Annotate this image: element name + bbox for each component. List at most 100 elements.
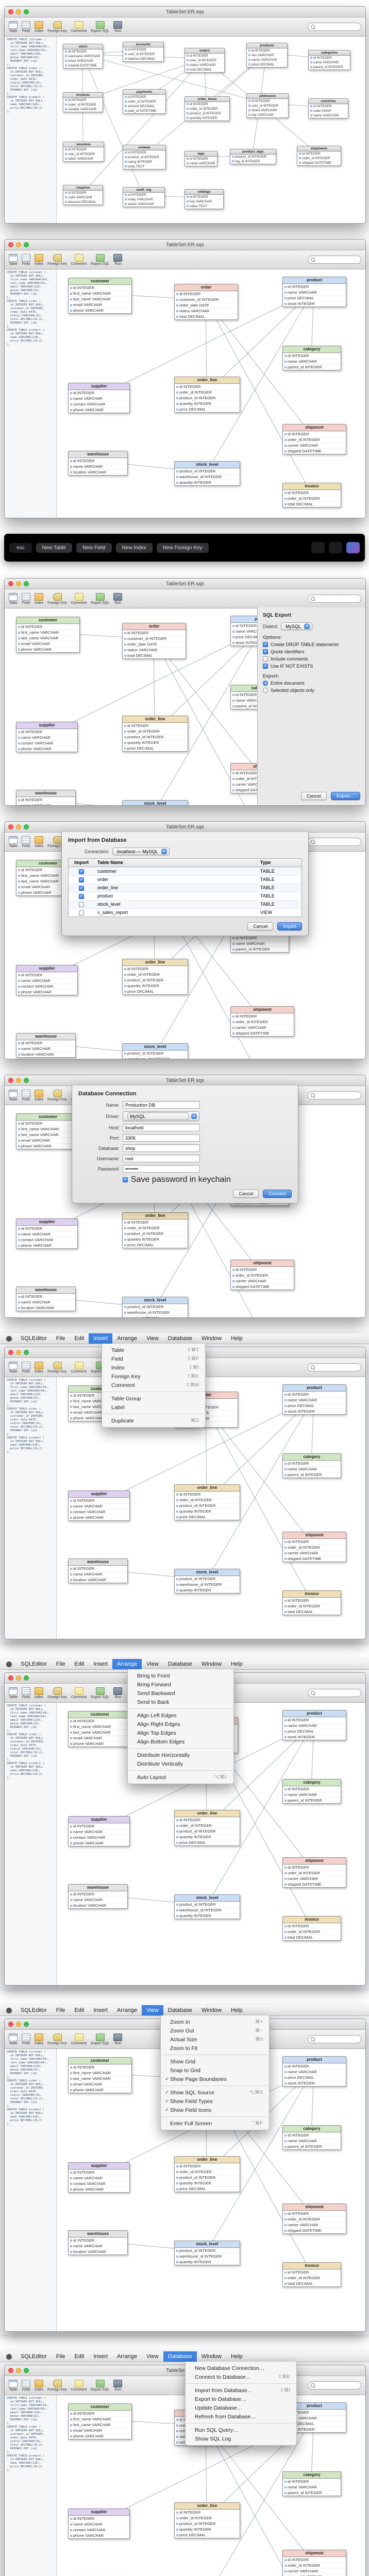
table-field[interactable]: price DECIMAL [283, 2075, 346, 2080]
toolbar-button[interactable]: Run [113, 1687, 122, 1699]
table-field[interactable]: amount DECIMAL [123, 104, 165, 109]
table-field[interactable]: product_id INTEGER [230, 155, 276, 159]
toolbar-button[interactable]: Table [9, 2033, 18, 2045]
table-field[interactable]: quantity INTEGER [123, 740, 188, 745]
table-header[interactable]: product [283, 277, 346, 284]
table-field[interactable]: id INTEGER [175, 1492, 240, 1497]
touch-bar-button[interactable]: New Index [116, 543, 153, 553]
text-field[interactable]: root [123, 1155, 200, 1162]
table-header[interactable]: shipment [231, 764, 257, 770]
table-header[interactable]: order_line [175, 1810, 240, 1817]
table-field[interactable]: id INTEGER [16, 972, 77, 978]
table-field[interactable]: id INTEGER [123, 723, 188, 728]
menu-bar-item[interactable]: Arrange [112, 1659, 142, 1669]
table-field[interactable]: order_id INTEGER [123, 728, 188, 734]
close-button[interactable] [8, 9, 13, 14]
menu-item[interactable] [186, 2381, 296, 2386]
table-header[interactable]: accounts [123, 42, 163, 47]
menu-item[interactable] [161, 2083, 269, 2088]
menu-bar-item[interactable]: View [142, 2351, 163, 2362]
checkbox[interactable] [79, 886, 84, 891]
table-field[interactable]: quantity INTEGER [175, 1587, 240, 1593]
table-field[interactable]: stock INTEGER [283, 1734, 346, 1740]
table-field[interactable]: order_id INTEGER [175, 2169, 240, 2175]
table-field[interactable]: city VARCHAR [247, 113, 288, 117]
diagram-table[interactable]: invoice id INTEGER order_id INTEGER tota… [282, 1916, 341, 1941]
toolbar-button[interactable]: Field [22, 2033, 30, 2045]
table-field[interactable]: parent_id INTEGER [283, 2144, 341, 2149]
table-field[interactable]: id INTEGER [16, 1121, 79, 1126]
table-field[interactable]: order_id INTEGER [283, 1545, 346, 1550]
diagram-table[interactable]: category id INTEGER name VARCHAR parent_… [282, 1453, 341, 1478]
cancel-button[interactable]: Cancel [247, 922, 273, 930]
menu-bar-item[interactable]: Database [163, 1333, 197, 1344]
table-field[interactable]: balance DECIMAL [123, 57, 163, 61]
menu-item[interactable] [161, 2053, 269, 2057]
table-field[interactable]: order_id INTEGER [123, 99, 165, 104]
table-field[interactable]: name VARCHAR [16, 978, 77, 984]
menu-bar-item[interactable]: Arrange [112, 2351, 142, 2362]
menu-item[interactable]: Zoom In ⌘+ [161, 2018, 269, 2026]
table-field[interactable]: username VARCHAR [63, 54, 103, 59]
diagram-table[interactable]: order_line id INTEGER order_id INTEGER p… [174, 2502, 240, 2538]
table-field[interactable]: street VARCHAR [247, 108, 288, 113]
toolbar-button[interactable]: Export SQL [91, 2033, 109, 2045]
search-field[interactable] [308, 23, 361, 31]
table-field[interactable]: id INTEGER [123, 47, 163, 52]
table-header[interactable]: shipment [283, 2204, 346, 2211]
checkbox[interactable] [263, 664, 268, 669]
table-field[interactable]: total DECIMAL [283, 501, 341, 507]
table-field[interactable]: name VARCHAR [283, 359, 341, 364]
diagram-table[interactable]: customer id INTEGER first_name VARCHAR l… [16, 1113, 80, 1149]
table-field[interactable]: email VARCHAR [69, 1735, 131, 1741]
toolbar-button[interactable]: Table [9, 1687, 18, 1699]
diagram-table[interactable]: countries id INTEGER code CHAR name VARC… [308, 98, 348, 118]
table-field[interactable]: total DECIMAL [283, 2281, 341, 2286]
table-field[interactable]: id INTEGER [283, 353, 341, 359]
menu-item[interactable]: Show Grid [161, 2057, 269, 2066]
toolbar-button[interactable]: Field [22, 254, 30, 266]
menu-bar-item[interactable]: Database [163, 2005, 197, 2015]
toolbar-button[interactable]: Comment [71, 593, 87, 605]
table-header[interactable]: invoices [63, 93, 103, 98]
table-field[interactable]: id INTEGER [283, 431, 346, 437]
table-field[interactable]: price DECIMAL [175, 1514, 240, 1520]
diagram-table[interactable]: addresses id INTEGER user_id INTEGER str… [246, 93, 289, 118]
table-field[interactable]: carrier VARCHAR [283, 443, 346, 448]
diagram-table[interactable]: sessions id INTEGER user_id INTEGER toke… [63, 142, 104, 162]
search-field[interactable] [308, 2381, 361, 2389]
menu-item[interactable]: Bring Forward [128, 1680, 233, 1689]
diagram-table[interactable]: product id INTEGER name VARCHAR price DE… [282, 1710, 346, 1740]
table-field[interactable]: id INTEGER [16, 1294, 75, 1299]
diagram-table[interactable]: warehouse id INTEGER name VARCHAR locati… [68, 1558, 128, 1583]
table-field[interactable]: value TEXT [185, 204, 223, 209]
table-field[interactable]: order_id INTEGER [123, 1225, 188, 1231]
toolbar-button[interactable]: Field [22, 593, 30, 605]
table-field[interactable]: contact VARCHAR [16, 740, 77, 746]
table-field[interactable]: product_id INTEGER [123, 1304, 188, 1310]
table-header[interactable]: warehouse [16, 1287, 75, 1294]
table-field[interactable]: name VARCHAR [231, 698, 257, 703]
table-field[interactable]: id INTEGER [247, 99, 288, 104]
table-field[interactable]: id INTEGER [63, 191, 103, 195]
table-field[interactable]: email VARCHAR [69, 2081, 131, 2087]
table-header[interactable]: order_line [123, 1213, 188, 1219]
window-titlebar[interactable]: TableSet ER.sqs [5, 579, 365, 589]
table-header[interactable]: warehouse [69, 1559, 127, 1566]
zoom-button[interactable] [24, 1078, 29, 1083]
touch-bar-button[interactable]: New Field [76, 543, 111, 553]
table-field[interactable]: user_id INTEGER [123, 52, 163, 57]
table-header[interactable]: order_line [123, 959, 188, 966]
minimize-button[interactable] [16, 1350, 21, 1355]
diagram-table[interactable]: shipment id INTEGER order_id INTEGER car… [230, 1260, 294, 1290]
search-field[interactable] [308, 256, 361, 264]
table-field[interactable]: quantity INTEGER [123, 1315, 188, 1318]
table-field[interactable]: id INTEGER [309, 104, 348, 109]
table-field[interactable]: id INTEGER [69, 1566, 127, 1571]
diagram-table[interactable]: invoice id INTEGER order_id INTEGER tota… [282, 2262, 341, 2287]
diagram-table[interactable]: product_tags product_id INTEGER tag_id I… [230, 149, 276, 164]
toolbar-button[interactable]: Field [22, 1362, 30, 1374]
toolbar-button[interactable]: Run [113, 254, 122, 266]
toolbar-button[interactable]: Table [9, 836, 18, 848]
menu-item[interactable]: Duplicate ⌘D [102, 1416, 205, 1425]
